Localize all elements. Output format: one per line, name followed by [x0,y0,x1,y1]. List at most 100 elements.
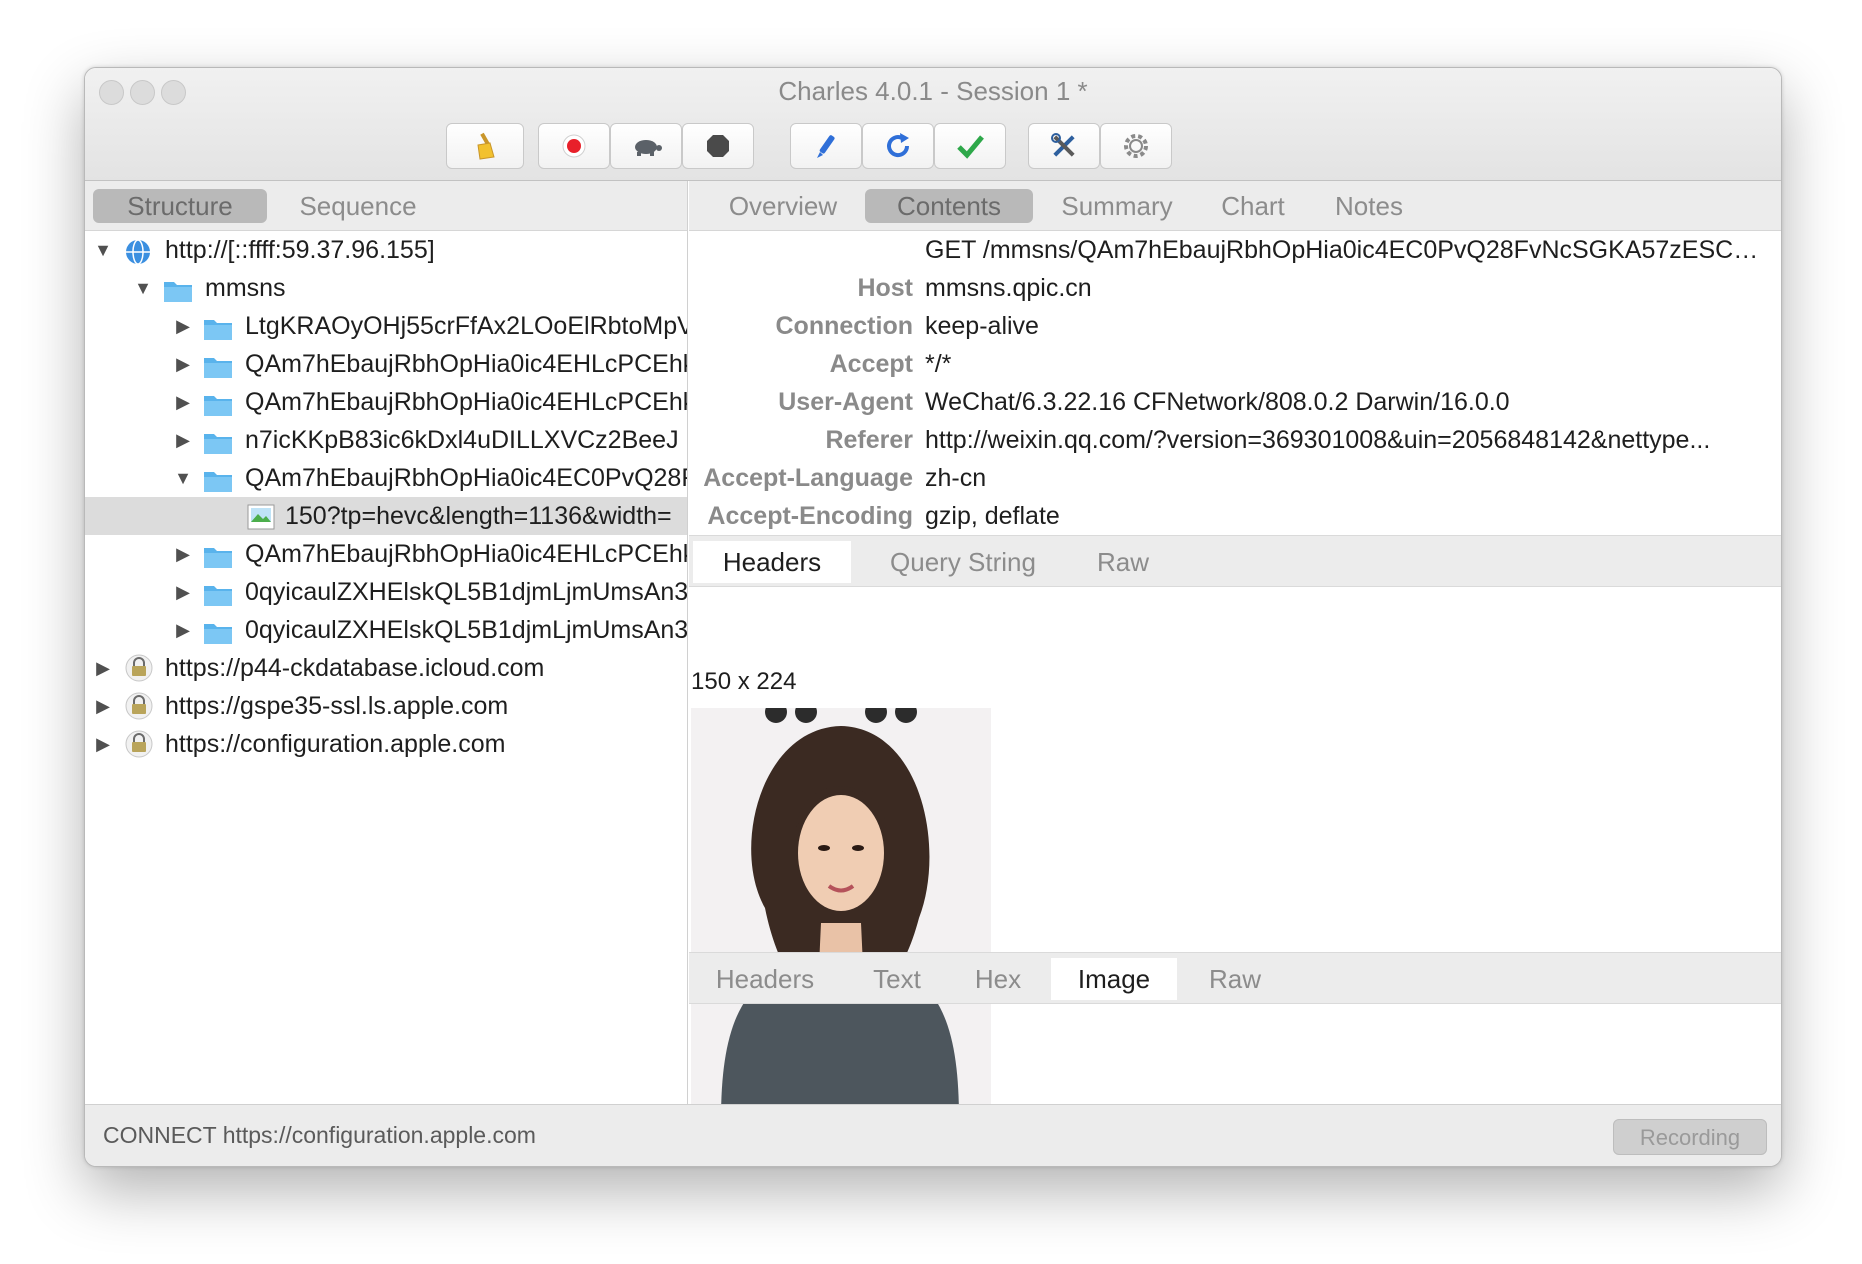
tree-label: n7icKKpB83ic6kDxl4uDILLXVCz2BeeJ [245,426,679,454]
tree-label: mmsns [205,274,286,302]
tree-label: https://configuration.apple.com [165,730,506,758]
tab-response-raw[interactable]: Raw [1187,958,1283,1000]
header-row[interactable]: Accept-Encoding gzip, deflate [689,497,1781,535]
disclosure-expanded-icon[interactable]: ▼ [93,231,113,269]
tree-row-request[interactable]: 150?tp=hevc&length=1136&width= [85,497,687,535]
tab-contents[interactable]: Contents [865,189,1033,223]
tools-icon [1049,131,1079,161]
record-button[interactable] [538,123,610,169]
status-bar: CONNECT https://configuration.apple.com … [85,1104,1781,1166]
tab-response-image[interactable]: Image [1051,958,1177,1000]
tools-button[interactable] [1028,123,1100,169]
tree-row-folder[interactable]: ▶ QAm7hEbaujRbhOpHia0ic4EHLcPCEhk [85,345,687,383]
tree-row-folder[interactable]: ▶ 0qyicaulZXHElskQL5B1djmLjmUmsAn3 [85,573,687,611]
folder-icon [203,466,233,497]
tab-notes[interactable]: Notes [1317,189,1421,223]
image-dimensions: 150 x 224 [691,668,797,695]
tab-request-query-string[interactable]: Query String [865,541,1061,583]
tab-structure[interactable]: Structure [93,189,267,223]
header-row[interactable]: Host mmsns.qpic.cn [689,269,1781,307]
header-key: Accept-Encoding [707,502,913,530]
disclosure-collapsed-icon[interactable]: ▶ [173,345,193,383]
disclosure-collapsed-icon[interactable]: ▶ [173,535,193,573]
tab-request-raw[interactable]: Raw [1075,541,1171,583]
tab-overview[interactable]: Overview [715,189,851,223]
header-row[interactable]: Referer http://weixin.qq.com/?version=36… [689,421,1781,459]
tab-chart[interactable]: Chart [1201,189,1305,223]
validate-button[interactable] [934,123,1006,169]
disclosure-collapsed-icon[interactable]: ▶ [173,611,193,649]
disclosure-expanded-icon[interactable]: ▼ [173,459,193,497]
tab-response-text[interactable]: Text [849,958,945,1000]
header-row[interactable]: Connection keep-alive [689,307,1781,345]
detail-tabs: Overview Contents Summary Chart Notes [689,181,1781,231]
disclosure-collapsed-icon[interactable]: ▶ [173,307,193,345]
response-image [691,708,991,1120]
tree-row-folder[interactable]: ▶ LtgKRAOyOHj55crFfAx2LOoElRbtoMpV [85,307,687,345]
tree-row-folder[interactable]: ▶ 0qyicaulZXHElskQL5B1djmLjmUmsAn3 [85,611,687,649]
tree-row-host[interactable]: ▶ https://p44-ckdatabase.icloud.com [85,649,687,687]
breakpoints-button[interactable] [682,123,754,169]
disclosure-collapsed-icon[interactable]: ▶ [93,725,113,763]
tab-sequence[interactable]: Sequence [273,189,443,223]
image-file-icon [247,503,275,535]
lock-icon [125,730,153,763]
disclosure-collapsed-icon[interactable]: ▶ [173,383,193,421]
tab-response-headers[interactable]: Headers [693,958,837,1000]
header-value: http://weixin.qq.com/?version=369301008&… [925,426,1711,454]
folder-icon [203,618,233,649]
tree-row-folder[interactable]: ▶ QAm7hEbaujRbhOpHia0ic4EHLcPCEhk [85,535,687,573]
header-value: keep-alive [925,312,1039,340]
header-row[interactable]: User-Agent WeChat/6.3.22.16 CFNetwork/80… [689,383,1781,421]
request-headers-table: GET /mmsns/QAm7hEbaujRbhOpHia0ic4EC0PvQ2… [689,231,1781,535]
tab-request-headers[interactable]: Headers [693,541,851,583]
tab-response-hex[interactable]: Hex [955,958,1041,1000]
header-row[interactable]: Accept */* [689,345,1781,383]
gear-icon [1122,132,1150,160]
folder-icon [203,352,233,383]
repeat-button[interactable] [862,123,934,169]
tree-row-host[interactable]: ▶ https://configuration.apple.com [85,725,687,763]
tree-label: QAm7hEbaujRbhOpHia0ic4EHLcPCEhk [245,388,687,416]
tree-row-host[interactable]: ▼ http://[::ffff:59.37.96.155] [85,231,687,269]
header-value: gzip, deflate [925,502,1060,530]
request-line-row[interactable]: GET /mmsns/QAm7hEbaujRbhOpHia0ic4EC0PvQ2… [689,231,1781,269]
tree-row-host[interactable]: ▶ https://gspe35-ssl.ls.apple.com [85,687,687,725]
tree-label: https://p44-ckdatabase.icloud.com [165,654,545,682]
compose-button[interactable] [790,123,862,169]
folder-icon [203,314,233,345]
disclosure-collapsed-icon[interactable]: ▶ [173,573,193,611]
tree-label: QAm7hEbaujRbhOpHia0ic4EHLcPCEhk [245,350,687,378]
disclosure-collapsed-icon[interactable]: ▶ [173,421,193,459]
response-view-tabs: Headers Text Hex Image Raw [689,952,1781,1004]
tree-label: 150?tp=hevc&length=1136&width= [285,502,672,530]
checkmark-icon [955,132,985,160]
disclosure-collapsed-icon[interactable]: ▶ [93,649,113,687]
charles-window: Charles 4.0.1 - Session 1 * Structure Se… [84,67,1782,1167]
header-row[interactable]: Accept-Language zh-cn [689,459,1781,497]
view-mode-tabs: Structure Sequence [85,181,687,231]
tree-row-folder[interactable]: ▶ QAm7hEbaujRbhOpHia0ic4EHLcPCEhk [85,383,687,421]
header-key: Connection [775,312,914,340]
pen-icon [812,132,840,160]
folder-icon [203,428,233,459]
clear-session-button[interactable] [446,123,524,169]
folder-icon [203,390,233,421]
request-line: GET /mmsns/QAm7hEbaujRbhOpHia0ic4EC0PvQ2… [925,236,1765,264]
header-key: User-Agent [778,388,913,416]
record-icon [561,133,587,159]
throttle-button[interactable] [610,123,682,169]
header-value: zh-cn [925,464,987,492]
tree-row-folder[interactable]: ▼ QAm7hEbaujRbhOpHia0ic4EC0PvQ28F [85,459,687,497]
header-value: */* [925,350,952,378]
tree-row-folder[interactable]: ▼ mmsns [85,269,687,307]
lock-icon [125,654,153,687]
tab-summary[interactable]: Summary [1045,189,1189,223]
recording-badge[interactable]: Recording [1613,1119,1767,1155]
disclosure-expanded-icon[interactable]: ▼ [133,269,153,307]
settings-button[interactable] [1100,123,1172,169]
tree-row-folder[interactable]: ▶ n7icKKpB83ic6kDxl4uDILLXVCz2BeeJ [85,421,687,459]
request-view-tabs: Headers Query String Raw [689,535,1781,587]
disclosure-collapsed-icon[interactable]: ▶ [93,687,113,725]
turtle-icon [629,134,663,158]
